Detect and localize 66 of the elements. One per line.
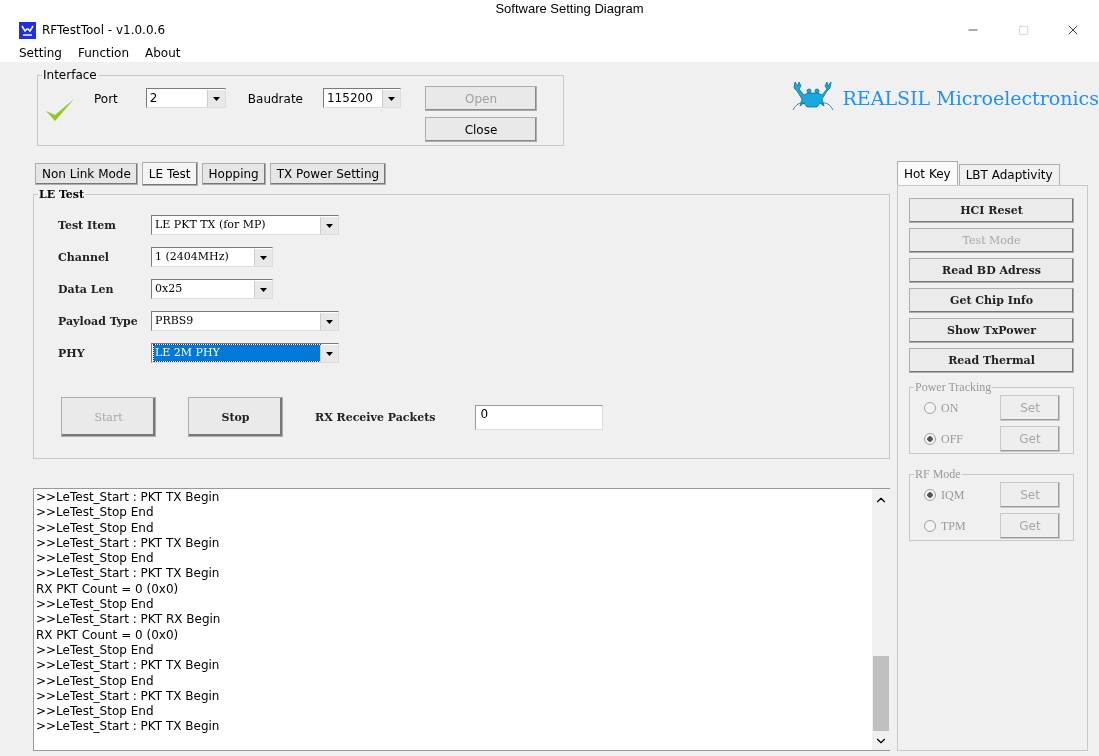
log-line: >>LeTest_Start : PKT TX Begin xyxy=(36,490,221,506)
log-line: >>LeTest_Start : PKT TX Begin xyxy=(36,658,221,674)
log-line: >>LeTest_Stop End xyxy=(36,642,155,659)
radio-label: IQM xyxy=(941,487,965,503)
tab[interactable]: Hot Key xyxy=(897,161,958,185)
dropdown[interactable]: 115200 xyxy=(323,88,401,108)
log-line: RX PKT Count = 0 (0x0) xyxy=(36,581,180,598)
interface-button[interactable]: Close xyxy=(425,117,537,142)
action-button[interactable]: Stop xyxy=(188,397,283,437)
log-line: >>LeTest_Start : PKT TX Begin xyxy=(36,719,221,735)
radio-button[interactable] xyxy=(924,433,936,445)
tab[interactable]: Hopping xyxy=(201,163,266,185)
group-title: Power Tracking xyxy=(914,380,993,395)
window-title: RFTestTool - v1.0.0.6 xyxy=(42,23,165,37)
scroll-thumb[interactable] xyxy=(873,656,889,731)
dropdown[interactable]: 2 xyxy=(145,88,226,108)
radio-button[interactable] xyxy=(924,489,936,501)
log-line: >>LeTest_Start : PKT TX Begin xyxy=(36,566,221,582)
tab[interactable]: TX Power Setting xyxy=(269,163,387,185)
dropdown[interactable]: 1 (2404MHz) xyxy=(151,247,273,267)
radio-button[interactable] xyxy=(924,520,936,532)
menu-item[interactable]: Function xyxy=(77,46,129,60)
hot-key-button[interactable]: Read BD Adress xyxy=(909,258,1074,283)
log-line: >>LeTest_Start : PKT TX Begin xyxy=(36,535,221,552)
menu-item[interactable]: About xyxy=(145,46,181,60)
radio-label: TPM xyxy=(941,518,966,534)
group-title: LE Test xyxy=(38,188,86,201)
field-label: PHY xyxy=(58,346,86,360)
tab[interactable]: Non Link Mode xyxy=(35,163,138,185)
tab[interactable]: LE Test xyxy=(141,162,198,186)
radio-label: OFF xyxy=(941,431,963,447)
app-icon xyxy=(19,21,36,39)
group-title: RF Mode xyxy=(914,467,962,482)
field-label: Channel xyxy=(58,250,111,264)
log-line: >>LeTest_Start : PKT TX Begin xyxy=(36,688,221,705)
hot-key-button[interactable]: Show TxPower xyxy=(909,318,1074,343)
field-label: RX Receive Packets xyxy=(315,410,436,424)
logo-text: REALSIL Microelectronics xyxy=(842,87,1099,109)
field-label: Data Len xyxy=(58,282,115,296)
field-label: Test Item xyxy=(58,218,117,232)
log-line: >>LeTest_Stop End xyxy=(36,704,155,720)
radio-label: ON xyxy=(941,400,959,416)
dropdown[interactable]: LE 2M PHY xyxy=(151,343,339,363)
log-line: RX PKT Count = 0 (0x0) xyxy=(36,627,180,643)
radio-button[interactable] xyxy=(924,402,936,414)
log-line: >>LeTest_Start : PKT RX Begin xyxy=(36,612,222,628)
hot-key-button[interactable]: Get Chip Info xyxy=(909,288,1074,313)
hot-key-button[interactable]: HCI Reset xyxy=(909,198,1074,223)
caption-text: Software Setting Diagram xyxy=(495,1,644,16)
log-line: >>LeTest_Stop End xyxy=(36,597,155,613)
scrollbar[interactable] xyxy=(872,489,890,750)
tab[interactable]: LBT Adaptivity xyxy=(958,164,1060,185)
menu-item[interactable]: Setting xyxy=(19,46,62,60)
log-line: >>LeTest_Stop End xyxy=(36,551,155,567)
hot-key-button[interactable]: Read Thermal xyxy=(909,348,1074,373)
dropdown[interactable]: PRBS9 xyxy=(151,311,339,331)
dropdown[interactable]: LE PKT TX (for MP) xyxy=(151,215,339,235)
dropdown[interactable]: 0x25 xyxy=(151,279,273,299)
field-label: Payload Type xyxy=(58,314,139,328)
input-field[interactable]: 0 xyxy=(475,404,604,430)
log-line: >>LeTest_Stop End xyxy=(36,505,155,521)
field-label: Baudrate xyxy=(247,92,303,106)
log-line: >>LeTest_Stop End xyxy=(36,673,155,689)
field-label: Port xyxy=(94,92,118,106)
log-line: >>LeTest_Stop End xyxy=(36,520,155,536)
group-title: Interface xyxy=(42,68,98,82)
